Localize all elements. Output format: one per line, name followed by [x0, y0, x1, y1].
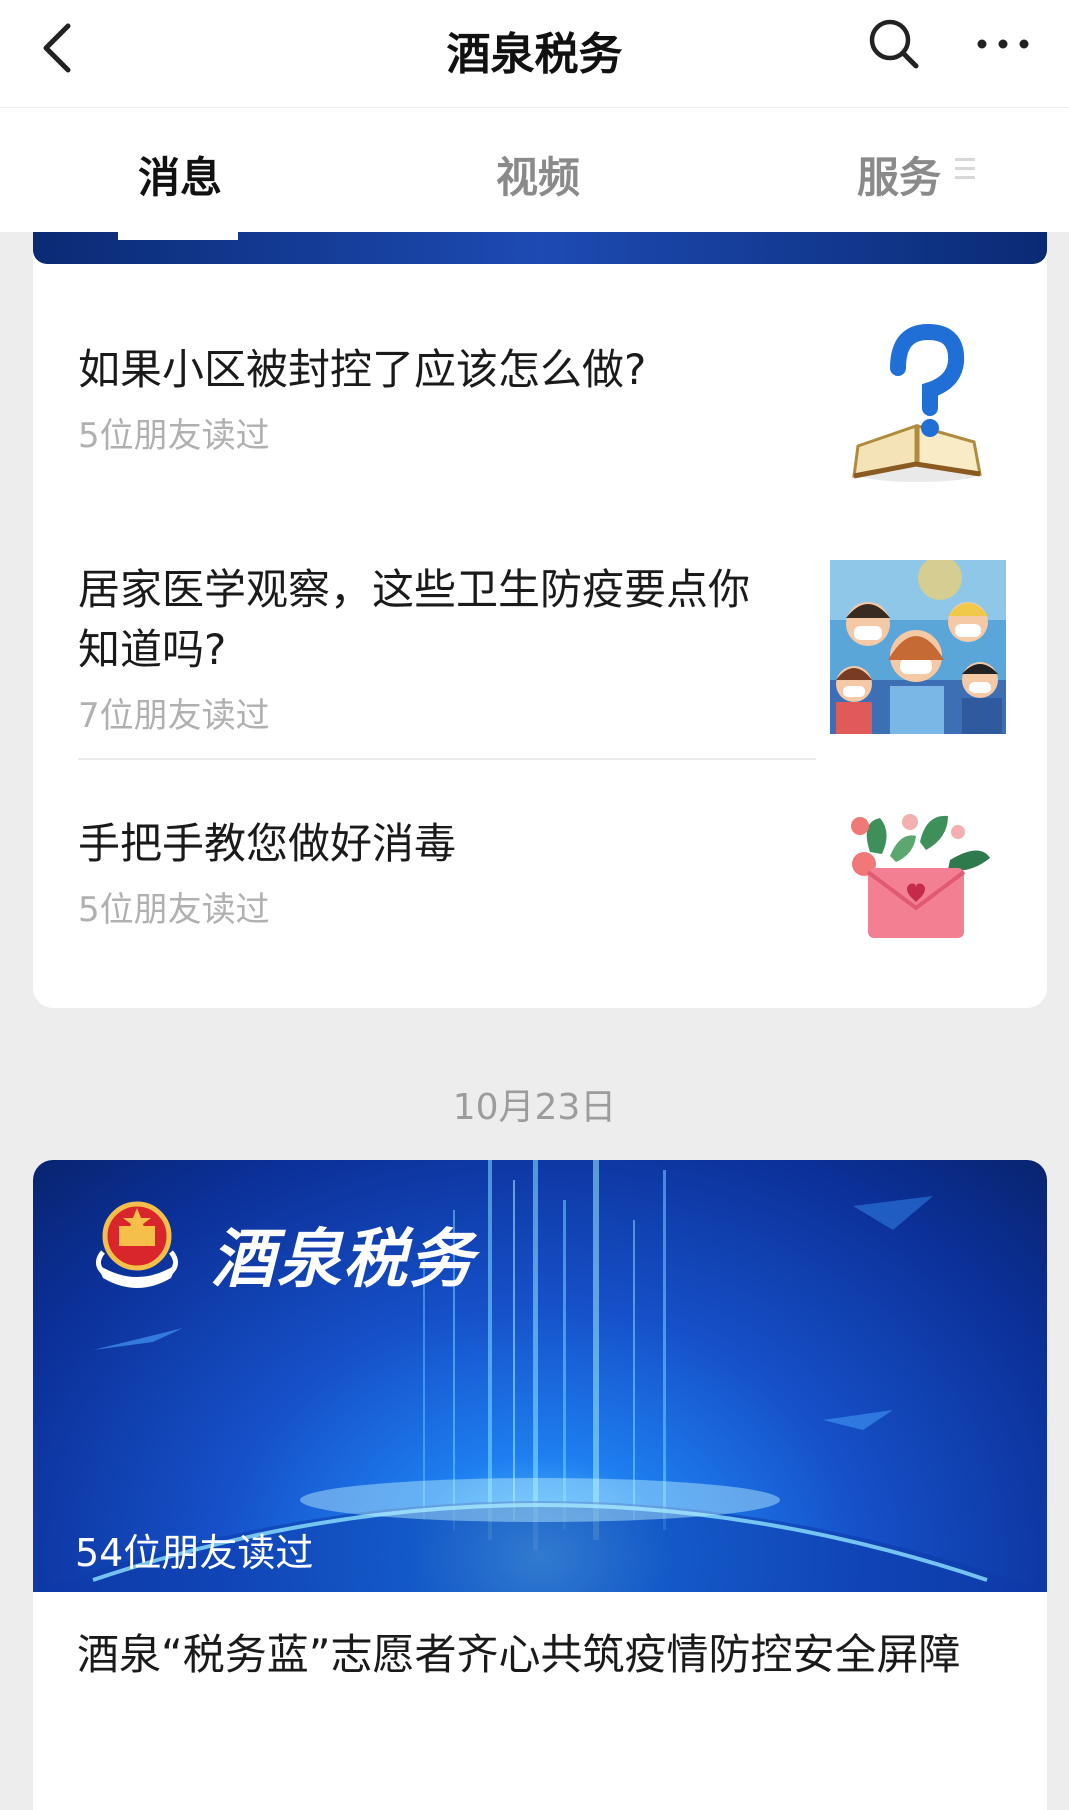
article-title: 手把手教您做好消毒 — [78, 819, 457, 868]
article-title: 居家医学观察，这些卫生防疫要点你知道吗? — [78, 565, 751, 674]
banner-brand-text: 酒泉税务 — [211, 1223, 475, 1297]
tab-messages[interactable]: 消息 — [138, 144, 222, 205]
tab-services[interactable]: 服务 — [857, 144, 941, 205]
divider — [78, 758, 816, 760]
top-nav-bar: 酒泉税务 — [0, 0, 1069, 108]
tab-videos[interactable]: 视频 — [496, 144, 580, 205]
masked-people-illustration[interactable] — [830, 560, 1006, 734]
featured-article-card[interactable]: 酒泉税务 54位朋友读过 酒泉“税务蓝”志愿者齐心共筑疫情防控安全屏障 — [33, 1160, 1047, 1810]
article-title: 酒泉“税务蓝”志愿者齐心共筑疫情防控安全屏障 — [77, 1630, 961, 1679]
banner-edge-highlight — [118, 232, 238, 240]
question-book-icon[interactable] — [830, 314, 1006, 494]
flower-envelope-icon[interactable] — [830, 812, 1006, 962]
article-title: 如果小区被封控了应该怎么做? — [78, 345, 647, 394]
featured-banner[interactable]: 酒泉税务 54位朋友读过 — [33, 1160, 1047, 1592]
date-separator: 10月23日 — [452, 1087, 617, 1128]
search-icon[interactable] — [866, 16, 922, 72]
tab-bar: 消息 视频 服务 — [0, 108, 1069, 232]
tab-overflow-indicator — [955, 158, 975, 180]
read-count: 54位朋友读过 — [75, 1531, 314, 1575]
tax-emblem-icon — [96, 1201, 178, 1288]
more-dots-icon[interactable] — [976, 22, 1030, 66]
